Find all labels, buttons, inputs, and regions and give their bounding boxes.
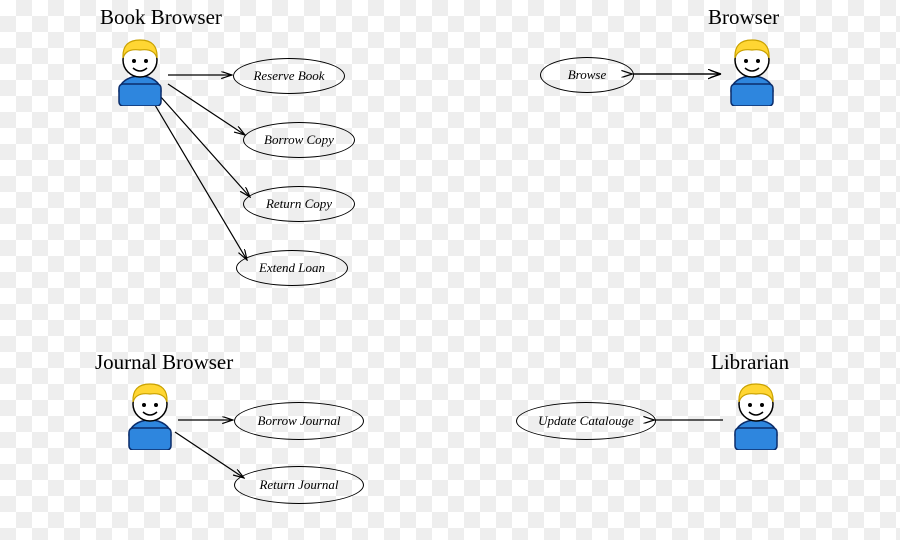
actor-icon-librarian [726, 378, 786, 450]
actor-icon-book-browser [110, 34, 170, 106]
usecase-borrow-copy: Borrow Copy [243, 122, 355, 158]
actor-label-librarian: Librarian [711, 350, 789, 375]
actor-label-book-browser: Book Browser [100, 5, 222, 30]
actor-label-browser: Browser [708, 5, 779, 30]
diagram-canvas: Book Browser Browser Journal Browser Lib… [0, 0, 900, 540]
usecase-return-journal: Return Journal [234, 466, 364, 504]
actor-icon-journal-browser [120, 378, 180, 450]
actor-label-journal-browser: Journal Browser [95, 350, 233, 375]
actor-icon-browser [722, 34, 782, 106]
usecase-browse: Browse [540, 57, 634, 93]
usecase-update-catalouge: Update Catalouge [516, 402, 656, 440]
usecase-borrow-journal: Borrow Journal [234, 402, 364, 440]
usecase-return-copy: Return Copy [243, 186, 355, 222]
usecase-reserve-book: Reserve Book [233, 58, 345, 94]
usecase-extend-loan: Extend Loan [236, 250, 348, 286]
